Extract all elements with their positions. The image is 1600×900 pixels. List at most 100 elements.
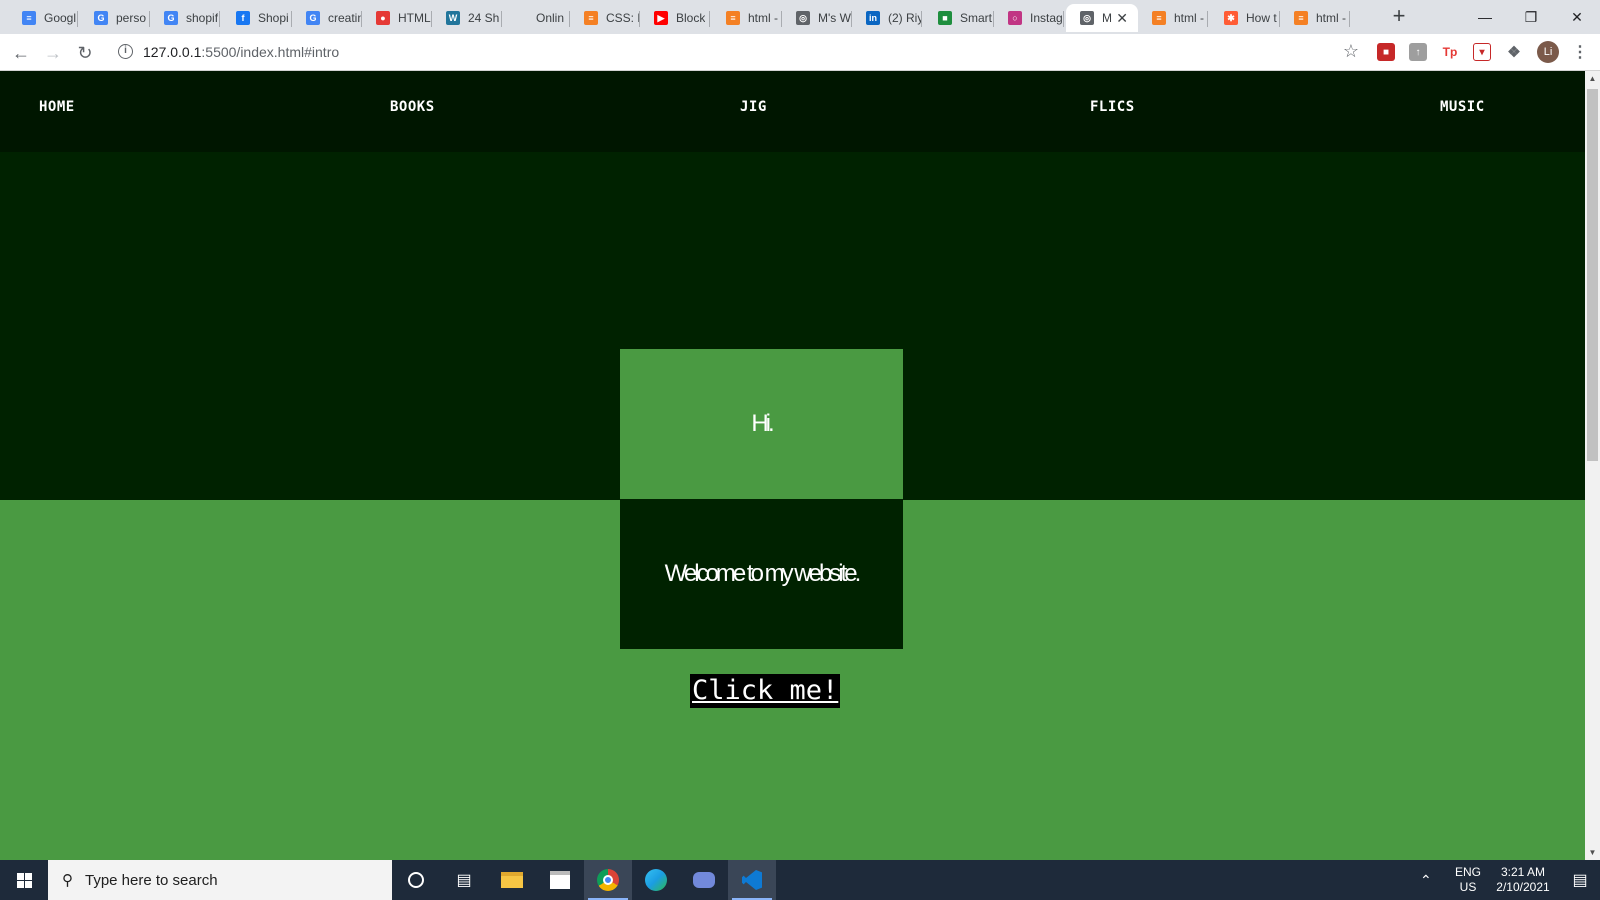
stackoverflow-icon: ≡	[1294, 11, 1308, 25]
browser-tab[interactable]: ○ Instag	[994, 4, 1064, 32]
clock[interactable]: 3:21 AM 2/10/2021	[1488, 860, 1558, 900]
chrome-taskbar-icon[interactable]	[584, 860, 632, 900]
tab-title: Smart	[960, 11, 993, 25]
browser-tab[interactable]: in (2) Riy	[852, 4, 922, 32]
browser-tab[interactable]: ● HTML	[362, 4, 432, 32]
tray-chevron-icon[interactable]: ⌃	[1420, 860, 1432, 900]
facebook-icon: f	[236, 11, 250, 25]
browser-tab[interactable]: ✱ How t	[1210, 4, 1280, 32]
browser-tab[interactable]: ≡ Googl	[8, 4, 78, 32]
tab-title: M's W	[818, 11, 851, 25]
tab-title: html -	[748, 11, 778, 25]
tab-active[interactable]: ◎ M ✕	[1066, 4, 1138, 32]
discord-icon[interactable]	[680, 860, 728, 900]
browser-tab[interactable]: f Shopi	[222, 4, 292, 32]
close-window-button[interactable]: ✕	[1554, 0, 1600, 34]
profile-avatar[interactable]: Li	[1537, 41, 1559, 63]
browser-tab[interactable]: ≡ html -	[712, 4, 782, 32]
extensions-puzzle-icon[interactable]: ❖	[1505, 43, 1523, 61]
pocket-extension-icon[interactable]: ▾	[1473, 43, 1491, 61]
tab-title: M	[1102, 11, 1112, 25]
tab-title: Onlin	[536, 11, 565, 25]
tab-separator	[77, 11, 78, 27]
extension-icon[interactable]: ↑	[1409, 43, 1427, 61]
notifications-icon[interactable]: ▤	[1560, 860, 1600, 900]
stackoverflow-icon: ≡	[726, 11, 740, 25]
browser-tab[interactable]: ≡ html -	[1280, 4, 1350, 32]
tab-separator	[149, 11, 150, 27]
tab-separator	[921, 11, 922, 27]
nav-books[interactable]: BOOKS	[390, 99, 435, 115]
store-icon[interactable]	[536, 860, 584, 900]
scroll-down-icon[interactable]: ▼	[1585, 845, 1600, 860]
taskbar: ⚲ Type here to search ▤ ⌃ ENG US 3:21 AM…	[0, 860, 1600, 900]
google-icon: G	[164, 11, 178, 25]
nav-flics[interactable]: FLICS	[1090, 99, 1135, 115]
address-url[interactable]: 127.0.0.1:5500/index.html#intro	[143, 44, 339, 60]
welcome-text: Welcome to my website.	[664, 560, 862, 587]
blank-icon	[514, 11, 528, 25]
close-tab-icon[interactable]: ✕	[1116, 10, 1128, 27]
adblock-extension-icon[interactable]: ■	[1377, 43, 1395, 61]
address-bar[interactable]: i 127.0.0.1:5500/index.html#intro ☆	[110, 38, 1365, 67]
edge-icon[interactable]	[632, 860, 680, 900]
tab-title: How t	[1246, 11, 1277, 25]
minimize-button[interactable]: —	[1462, 0, 1508, 34]
tab-separator	[1207, 11, 1208, 27]
click-me-button[interactable]: Click me!	[690, 674, 841, 708]
new-tab-button[interactable]: +	[1387, 5, 1411, 29]
bookmark-star-icon[interactable]: ☆	[1343, 41, 1359, 62]
tab-separator	[431, 11, 432, 27]
language-indicator[interactable]: ENG US	[1452, 860, 1484, 900]
tab-strip: ≡ html - ✱ How t ≡ html - ◎ M ✕ ○ Instag ■ Smart in (2…	[0, 0, 1600, 34]
web-page: HOME BOOKS JIG FLICS MUSIC Hi. Welcome t…	[0, 71, 1585, 860]
tab-title: html -	[1316, 11, 1346, 25]
browser-tab[interactable]: Gperso	[80, 4, 150, 32]
instagram-icon: ○	[1008, 11, 1022, 25]
back-icon[interactable]: ←	[8, 40, 34, 66]
nav-jig[interactable]: JIG	[740, 99, 767, 115]
tp-extension-icon[interactable]: Tp	[1441, 43, 1459, 61]
scroll-thumb[interactable]	[1587, 89, 1598, 461]
browser-tab[interactable]: ≡ html -	[1138, 4, 1208, 32]
windows-logo-icon	[16, 872, 32, 888]
start-button[interactable]	[0, 860, 48, 900]
clock-date: 2/10/2021	[1496, 880, 1550, 894]
browser-tab[interactable]: W 24 Sh	[432, 4, 502, 32]
lang-code: ENG	[1454, 865, 1481, 879]
nav-home[interactable]: HOME	[39, 99, 75, 115]
tab-separator	[1279, 11, 1280, 27]
nav-music[interactable]: MUSIC	[1440, 99, 1485, 115]
tab-separator	[1349, 11, 1350, 27]
file-explorer-icon[interactable]	[488, 860, 536, 900]
scroll-up-icon[interactable]: ▲	[1585, 71, 1600, 86]
browser-tab[interactable]: ■ Smart	[924, 4, 994, 32]
stackoverflow-icon: ≡	[1152, 11, 1166, 25]
task-view-icon[interactable]: ▤	[440, 860, 488, 900]
tab-separator	[361, 11, 362, 27]
site-info-icon[interactable]: i	[118, 44, 133, 59]
tab-separator	[219, 11, 220, 27]
tab-title: Instag	[1030, 11, 1063, 25]
cortana-icon[interactable]	[392, 860, 440, 900]
tab-title: HTML	[398, 11, 431, 25]
tab-separator	[1063, 11, 1064, 27]
forward-icon[interactable]: →	[40, 40, 66, 66]
vscode-icon[interactable]	[728, 860, 776, 900]
reload-icon[interactable]: ↻	[72, 40, 98, 66]
taskbar-search[interactable]: ⚲ Type here to search	[48, 860, 392, 900]
menu-kebab-icon[interactable]: ⋮	[1572, 42, 1588, 62]
browser-tab[interactable]: ◎ M's W	[782, 4, 852, 32]
tab-title: shopif	[186, 11, 219, 25]
browser-tab[interactable]: ▶ Block	[640, 4, 710, 32]
browser-tab[interactable]: ≡ CSS: H	[570, 4, 640, 32]
browser-tab[interactable]: Gcreatin	[292, 4, 362, 32]
page-scrollbar[interactable]: ▲ ▼	[1585, 71, 1600, 860]
tab-title: creatin	[328, 11, 362, 25]
browser-tab[interactable]: Gshopif	[150, 4, 220, 32]
tab-title: (2) Riy	[888, 11, 922, 25]
browser-tab[interactable]: Onlin	[500, 4, 570, 32]
search-icon: ⚲	[62, 872, 73, 889]
restore-button[interactable]: ❐	[1508, 0, 1554, 34]
clock-time: 3:21 AM	[1500, 865, 1546, 879]
